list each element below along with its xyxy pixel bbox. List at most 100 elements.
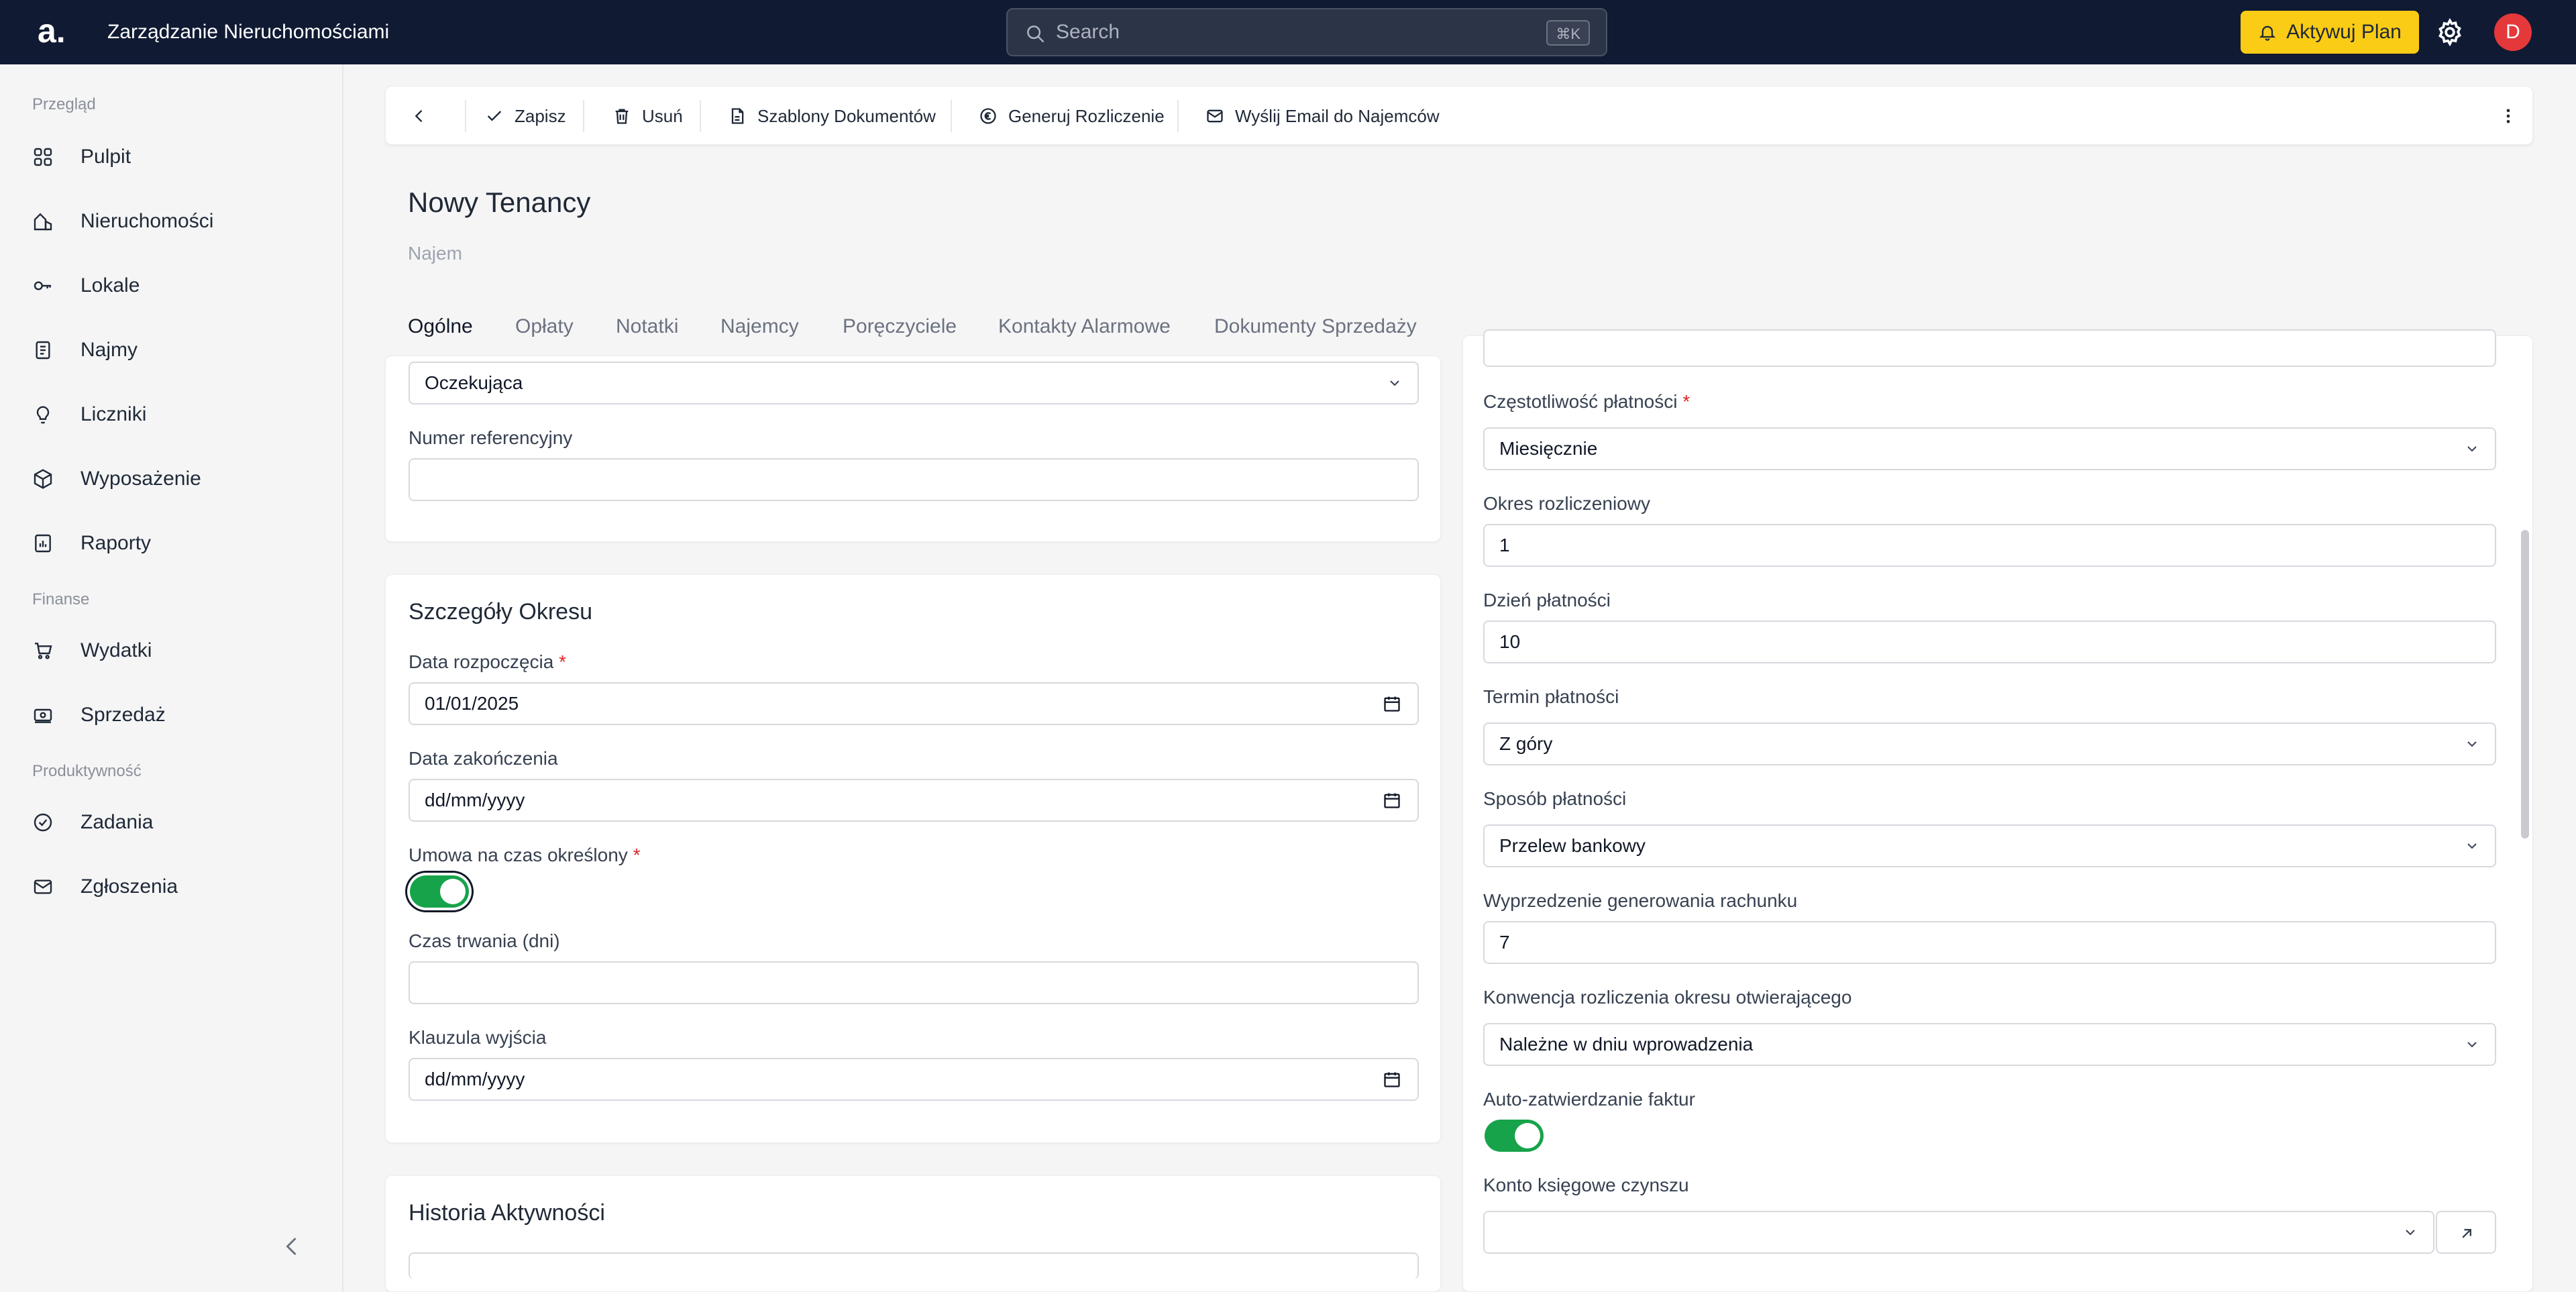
search-input[interactable]: [1056, 9, 1525, 55]
payment-term-select[interactable]: Z góry: [1483, 722, 2496, 765]
tab-guarantors[interactable]: Poręczyciele: [843, 315, 957, 338]
sidebar-item-properties[interactable]: Nieruchomości: [32, 197, 314, 246]
tab-tenants[interactable]: Najemcy: [720, 315, 799, 338]
calendar-icon[interactable]: [1383, 1070, 1401, 1089]
sidebar-item-equipment[interactable]: Wyposażenie: [32, 455, 314, 503]
previous-field[interactable]: [1483, 329, 2496, 367]
payment-method-value: Przelew bankowy: [1499, 835, 1646, 856]
sidebar-item-label: Liczniki: [80, 403, 147, 425]
tab-general[interactable]: Ogólne: [408, 315, 473, 338]
box-icon: [34, 469, 52, 489]
duration-input[interactable]: [409, 961, 1419, 1004]
billing-period-input[interactable]: [1483, 524, 2496, 567]
sidebar-item-sales[interactable]: Sprzedaż: [32, 691, 314, 739]
chevron-left-icon: [415, 110, 423, 122]
more-options-button[interactable]: [2499, 87, 2518, 146]
sidebar-item-reports[interactable]: Raporty: [32, 519, 314, 568]
toolbar-divider: [951, 100, 952, 132]
activity-history-box: [409, 1252, 1419, 1279]
tab-notes[interactable]: Notatki: [616, 315, 678, 338]
payment-method-select[interactable]: Przelew bankowy: [1483, 824, 2496, 867]
payment-frequency-select[interactable]: Miesięcznie: [1483, 427, 2496, 470]
activity-history-title: Historia Aktywności: [409, 1200, 605, 1226]
money-icon: [34, 708, 52, 723]
tab-fees[interactable]: Opłaty: [515, 315, 574, 338]
chevron-down-icon: [1390, 380, 1399, 386]
grid-icon: [34, 148, 52, 166]
duration-label: Czas trwania (dni): [409, 930, 560, 951]
chevron-down-icon: [2467, 446, 2477, 452]
sidebar-item-label: Wyposażenie: [80, 468, 201, 490]
search-box[interactable]: ⌘K: [1006, 8, 1607, 56]
euro-icon: [980, 108, 996, 124]
required-mark: *: [633, 845, 641, 865]
sidebar-item-expenses[interactable]: Wydatki: [32, 627, 314, 675]
exit-clause-input[interactable]: dd/mm/yyyy: [409, 1058, 1419, 1101]
billing-period-label: Okres rozliczeniowy: [1483, 493, 1650, 514]
start-date-label-text: Data rozpoczęcia: [409, 651, 554, 672]
toolbar-divider: [700, 100, 701, 132]
top-bar: a. Zarządzanie Nieruchomościami ⌘K Aktyw…: [0, 0, 2576, 64]
payment-day-input[interactable]: [1483, 621, 2496, 663]
invoice-advance-input[interactable]: [1483, 921, 2496, 964]
fixed-term-label: Umowa na czas określony *: [409, 845, 641, 866]
app-logo[interactable]: a.: [38, 12, 75, 50]
ref-number-input[interactable]: [409, 458, 1419, 501]
sidebar-item-meters[interactable]: Liczniki: [32, 390, 314, 439]
trash-icon: [615, 109, 629, 124]
toolbar-divider: [583, 100, 584, 132]
activate-plan-button[interactable]: Aktywuj Plan: [2241, 11, 2419, 54]
sidebar-item-tenancies[interactable]: Najmy: [32, 326, 314, 374]
tab-sales-documents[interactable]: Dokumenty Sprzedaży: [1214, 315, 1417, 338]
opening-period-convention-label: Konwencja rozliczenia okresu otwierające…: [1483, 987, 1852, 1008]
payment-settings-card: Częstotliwość płatności * Miesięcznie Ok…: [1462, 329, 2533, 1292]
calendar-icon[interactable]: [1383, 694, 1401, 713]
required-mark: *: [559, 651, 567, 672]
auto-approve-invoices-toggle[interactable]: [1485, 1120, 1544, 1152]
save-button[interactable]: Zapisz: [485, 87, 566, 146]
sidebar-item-tickets[interactable]: Zgłoszenia: [32, 863, 314, 911]
collapse-sidebar-icon[interactable]: [280, 1234, 305, 1258]
sidebar-item-units[interactable]: Lokale: [32, 262, 314, 310]
payment-method-label: Sposób płatności: [1483, 788, 1627, 809]
payment-term-value: Z góry: [1499, 733, 1553, 754]
status-value: Oczekująca: [425, 372, 523, 393]
status-select[interactable]: Oczekująca: [409, 362, 1419, 405]
exit-clause-value: dd/mm/yyyy: [425, 1069, 525, 1089]
end-date-input[interactable]: dd/mm/yyyy: [409, 779, 1419, 822]
page-subtitle: Najem: [408, 243, 462, 264]
sidebar-item-label: Lokale: [80, 274, 140, 297]
rent-ledger-account-select[interactable]: [1483, 1211, 2434, 1254]
report-icon: [35, 534, 51, 553]
generate-settlement-button[interactable]: Generuj Rozliczenie: [979, 87, 1165, 146]
required-mark: *: [1682, 391, 1690, 412]
user-avatar[interactable]: D: [2494, 13, 2532, 51]
start-date-value: 01/01/2025: [425, 693, 519, 714]
document-icon: [36, 341, 50, 360]
start-date-input[interactable]: 01/01/2025: [409, 682, 1419, 725]
end-date-label: Data zakończenia: [409, 748, 558, 769]
auto-approve-invoices-label: Auto-zatwierdzanie faktur: [1483, 1089, 1695, 1110]
back-button[interactable]: [410, 87, 429, 146]
tab-emergency-contacts[interactable]: Kontakty Alarmowe: [998, 315, 1171, 338]
document-templates-button[interactable]: Szablony Dokumentów: [728, 87, 936, 146]
fixed-term-toggle[interactable]: [410, 875, 469, 908]
sidebar-item-label: Najmy: [80, 339, 138, 361]
email-tenants-button[interactable]: Wyślij Email do Najemców: [1205, 87, 1440, 146]
opening-period-convention-select[interactable]: Należne w dniu wprowadzenia: [1483, 1023, 2496, 1066]
content-scrollbar[interactable]: [2521, 530, 2529, 839]
sidebar-item-dashboard[interactable]: Pulpit: [32, 133, 314, 181]
open-account-button[interactable]: [2436, 1211, 2496, 1254]
delete-button[interactable]: Usuń: [612, 87, 683, 146]
check-icon: [487, 111, 502, 121]
calendar-icon[interactable]: [1383, 791, 1401, 810]
action-toolbar: Zapisz Usuń Szablony Dokumentów Generuj …: [385, 86, 2533, 145]
payment-day-label: Dzień płatności: [1483, 590, 1611, 610]
mail-icon: [1207, 109, 1223, 123]
sidebar-item-label: Nieruchomości: [80, 210, 214, 232]
sidebar-item-label: Zadania: [80, 811, 154, 833]
chevron-down-icon: [2467, 843, 2477, 849]
toggle-knob: [1515, 1123, 1540, 1148]
gear-icon[interactable]: [2435, 17, 2465, 47]
sidebar-item-tasks[interactable]: Zadania: [32, 798, 314, 847]
